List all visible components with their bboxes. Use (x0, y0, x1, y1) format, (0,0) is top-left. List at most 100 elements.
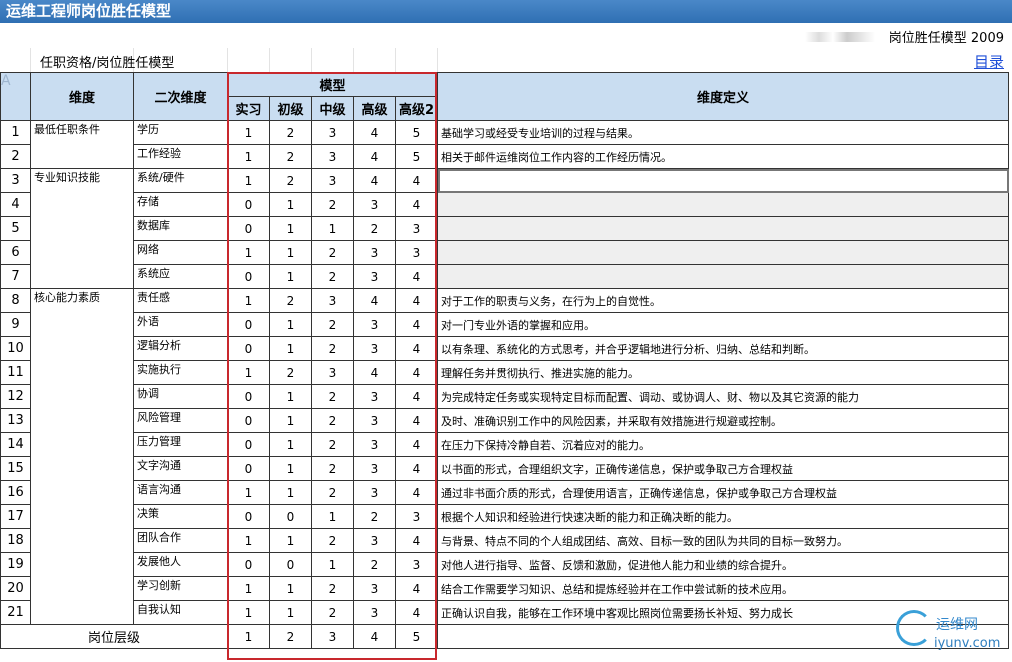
footer-level-cell[interactable]: 3 (311, 624, 354, 649)
row-number[interactable]: 9 (0, 312, 31, 337)
level-value-cell[interactable]: 4 (395, 432, 438, 457)
level-value-cell[interactable]: 3 (353, 264, 396, 289)
level-value-cell[interactable]: 1 (311, 504, 354, 529)
level-value-cell[interactable]: 3 (353, 192, 396, 217)
subdimension-cell[interactable]: 风险管理 (133, 408, 228, 433)
level-value-cell[interactable]: 4 (395, 576, 438, 601)
level-value-cell[interactable]: 2 (311, 408, 354, 433)
level-value-cell[interactable]: 0 (227, 432, 270, 457)
row-number[interactable]: 20 (0, 576, 31, 601)
definition-cell[interactable]: 对于工作的职责与义务，在行为上的自觉性。 (437, 288, 1009, 313)
level-value-cell[interactable]: 1 (269, 192, 312, 217)
level-value-cell[interactable]: 2 (353, 552, 396, 577)
level-value-cell[interactable]: 0 (227, 264, 270, 289)
level-value-cell[interactable]: 4 (395, 384, 438, 409)
level-value-cell[interactable]: 2 (311, 312, 354, 337)
definition-cell[interactable]: 对他人进行指导、监督、反馈和激励，促进他人能力和业绩的综合提升。 (437, 552, 1009, 577)
level-value-cell[interactable]: 4 (395, 336, 438, 361)
definition-cell[interactable] (437, 240, 1009, 265)
level-value-cell[interactable]: 2 (269, 168, 312, 193)
level-value-cell[interactable]: 2 (311, 432, 354, 457)
level-value-cell[interactable]: 3 (353, 312, 396, 337)
definition-cell[interactable]: 与背景、特点不同的个人组成团结、高效、目标一致的团队为共同的目标一致努力。 (437, 528, 1009, 553)
level-value-cell[interactable]: 2 (311, 576, 354, 601)
level-value-cell[interactable]: 1 (269, 528, 312, 553)
row-number[interactable]: 1 (0, 120, 31, 145)
level-value-cell[interactable]: 1 (269, 600, 312, 625)
subdimension-cell[interactable]: 责任感 (133, 288, 228, 313)
level-value-cell[interactable]: 2 (353, 504, 396, 529)
level-value-cell[interactable]: 2 (311, 192, 354, 217)
level-value-cell[interactable]: 3 (311, 360, 354, 385)
definition-cell[interactable]: 及时、准确识别工作中的风险因素，并采取有效措施进行规避或控制。 (437, 408, 1009, 433)
level-value-cell[interactable]: 0 (227, 216, 270, 241)
level-value-cell[interactable]: 1 (269, 432, 312, 457)
dimension-cell[interactable]: 最低任职条件 (30, 120, 134, 169)
level-value-cell[interactable]: 4 (395, 288, 438, 313)
level-value-cell[interactable]: 1 (311, 216, 354, 241)
level-value-cell[interactable]: 2 (353, 216, 396, 241)
level-value-cell[interactable]: 1 (269, 384, 312, 409)
level-value-cell[interactable]: 0 (227, 408, 270, 433)
level-value-cell[interactable]: 1 (227, 288, 270, 313)
level-value-cell[interactable]: 1 (269, 216, 312, 241)
level-value-cell[interactable]: 2 (311, 384, 354, 409)
level-value-cell[interactable]: 1 (227, 144, 270, 169)
level-value-cell[interactable]: 4 (353, 288, 396, 313)
level-value-cell[interactable]: 4 (395, 360, 438, 385)
level-value-cell[interactable]: 4 (395, 312, 438, 337)
level-value-cell[interactable]: 1 (227, 360, 270, 385)
footer-level-cell[interactable]: 5 (395, 624, 438, 649)
row-number[interactable]: 15 (0, 456, 31, 481)
subdimension-cell[interactable]: 网络 (133, 240, 228, 265)
level-value-cell[interactable]: 3 (395, 552, 438, 577)
level-value-cell[interactable]: 4 (395, 168, 438, 193)
definition-cell[interactable]: 理解任务并贯彻执行、推进实施的能力。 (437, 360, 1009, 385)
level-value-cell[interactable]: 3 (311, 120, 354, 145)
definition-cell[interactable]: 以书面的形式，合理组织文字，正确传递信息，保护或争取己方合理权益 (437, 456, 1009, 481)
definition-cell[interactable]: 基础学习或经受专业培训的过程与结果。 (437, 120, 1009, 145)
level-value-cell[interactable]: 1 (269, 240, 312, 265)
row-number[interactable]: 8 (0, 288, 31, 313)
level-value-cell[interactable]: 2 (269, 120, 312, 145)
level-value-cell[interactable]: 4 (395, 600, 438, 625)
definition-cell[interactable]: 在压力下保持冷静自若、沉着应对的能力。 (437, 432, 1009, 457)
row-number[interactable]: 3 (0, 168, 31, 193)
level-value-cell[interactable]: 3 (353, 528, 396, 553)
level-value-cell[interactable]: 1 (227, 576, 270, 601)
level-value-cell[interactable]: 2 (311, 480, 354, 505)
level-value-cell[interactable]: 3 (395, 504, 438, 529)
level-value-cell[interactable]: 4 (395, 408, 438, 433)
definition-cell[interactable]: 以有条理、系统化的方式思考，并合乎逻辑地进行分析、归纳、总结和判断。 (437, 336, 1009, 361)
level-value-cell[interactable]: 1 (311, 552, 354, 577)
level-value-cell[interactable]: 1 (227, 168, 270, 193)
level-value-cell[interactable]: 3 (353, 336, 396, 361)
subdimension-cell[interactable]: 决策 (133, 504, 228, 529)
level-value-cell[interactable]: 0 (227, 384, 270, 409)
level-value-cell[interactable]: 1 (269, 264, 312, 289)
subdimension-cell[interactable]: 发展他人 (133, 552, 228, 577)
row-number[interactable]: 16 (0, 480, 31, 505)
level-value-cell[interactable]: 1 (227, 528, 270, 553)
level-value-cell[interactable]: 1 (269, 408, 312, 433)
definition-cell[interactable]: 为完成特定任务或实现特定目标而配置、调动、或协调人、财、物以及其它资源的能力 (437, 384, 1009, 409)
level-value-cell[interactable]: 4 (395, 264, 438, 289)
level-value-cell[interactable]: 1 (227, 600, 270, 625)
dimension-cell[interactable]: 核心能力素质 (30, 288, 134, 625)
level-value-cell[interactable]: 1 (227, 120, 270, 145)
level-value-cell[interactable]: 0 (227, 336, 270, 361)
level-value-cell[interactable]: 3 (311, 288, 354, 313)
row-number[interactable]: 4 (0, 192, 31, 217)
subdimension-cell[interactable]: 数据库 (133, 216, 228, 241)
level-value-cell[interactable]: 0 (227, 456, 270, 481)
level-value-cell[interactable]: 3 (311, 144, 354, 169)
level-value-cell[interactable]: 3 (353, 408, 396, 433)
subdimension-cell[interactable]: 系统应 (133, 264, 228, 289)
definition-cell[interactable]: 根据个人知识和经验进行快速决断的能力和正确决断的能力。 (437, 504, 1009, 529)
level-value-cell[interactable]: 4 (353, 144, 396, 169)
definition-cell[interactable] (437, 264, 1009, 289)
level-value-cell[interactable]: 2 (311, 600, 354, 625)
level-value-cell[interactable]: 0 (227, 192, 270, 217)
subdimension-cell[interactable]: 文字沟通 (133, 456, 228, 481)
level-value-cell[interactable]: 4 (395, 528, 438, 553)
